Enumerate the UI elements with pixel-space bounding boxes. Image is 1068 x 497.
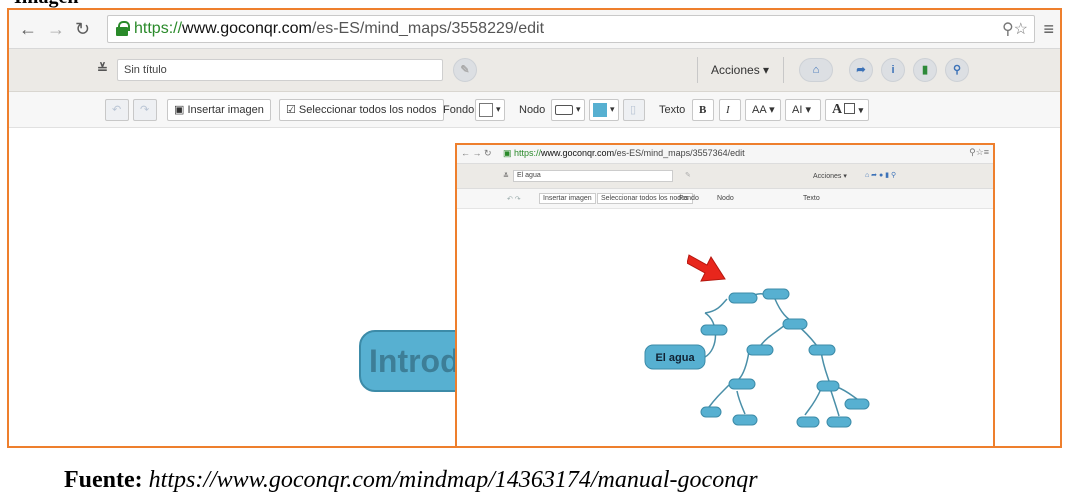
inset-mind-map: El agua: [644, 288, 870, 428]
inset-title-input: El agua: [513, 170, 673, 182]
font-family-dropdown[interactable]: AI ▾: [785, 99, 821, 121]
address-url: https://www.goconqr.com/es-ES/mind_maps/…: [134, 20, 545, 37]
forward-arrow-icon[interactable]: →: [47, 20, 65, 38]
font-size-dropdown[interactable]: AA ▾: [745, 99, 781, 121]
delete-node-icon[interactable]: ▯: [623, 99, 645, 121]
zoom-star-icons[interactable]: ⚲☆: [1002, 19, 1028, 39]
share-users-icon[interactable]: ⌂: [799, 58, 833, 82]
zoom-search-icon[interactable]: ⚲: [945, 58, 969, 82]
inset-fondo-label: Fondo: [679, 195, 699, 202]
brush-icon[interactable]: ✎: [453, 58, 477, 82]
inset-root-node-label: El agua: [655, 352, 695, 364]
app-toolbar: ≚ Sin título ✎ Acciones ▾ ⌂ ➦ i ▮ ⚲: [9, 49, 1060, 92]
node-shape-picker[interactable]: ▾: [551, 99, 585, 121]
inset-screenshot: ← → ↻ ▣ https://www.goconqr.com/es-ES/mi…: [455, 143, 995, 448]
inset-insert-image-button: Insertar imagen: [539, 193, 596, 204]
inset-brush-icon: ✎: [685, 172, 691, 179]
undo-icon[interactable]: ↶: [105, 99, 129, 121]
source-label: Fuente:: [64, 467, 143, 493]
fondo-color-picker[interactable]: ▾: [475, 99, 505, 121]
inset-nodo-label: Nodo: [717, 195, 734, 202]
inset-format-toolbar: ↶ ↷ Insertar imagen Seleccionar todos lo…: [457, 189, 993, 209]
header-strip: Imagen: [0, 0, 1068, 8]
inset-acciones-dropdown: Acciones ▾: [813, 173, 847, 180]
texto-label: Texto: [659, 104, 686, 116]
info-icon[interactable]: i: [881, 58, 905, 82]
format-toolbar: ↶ ↷ ▣ Insertar imagen ☑ Seleccionar todo…: [9, 92, 1060, 128]
italic-button[interactable]: I: [719, 99, 741, 121]
stats-icon[interactable]: ▮: [913, 58, 937, 82]
inset-nav-icons: ← → ↻: [461, 148, 492, 158]
source-url: https://www.goconqr.com/mindmap/14363174…: [148, 467, 758, 493]
lock-icon: [116, 21, 130, 36]
text-color-dropdown[interactable]: A ▾: [825, 99, 869, 121]
node-color-picker[interactable]: ▾: [589, 99, 619, 121]
page: Imagen ← → ↻ https://www.goconqr.com/es-…: [0, 0, 1068, 497]
redo-icon[interactable]: ↷: [133, 99, 157, 121]
inset-undo-redo-icons: ↶ ↷: [507, 196, 521, 203]
red-arrow-icon: [687, 254, 726, 282]
acciones-dropdown[interactable]: Acciones ▾: [711, 63, 769, 77]
toolbar-divider: [783, 57, 784, 83]
back-arrow-icon[interactable]: ←: [19, 20, 37, 38]
inset-app-toolbar: ≚ El agua ✎ Acciones ▾ ⌂ ➦ ● ▮ ⚲: [457, 164, 993, 189]
inset-action-icons: ⌂ ➦ ● ▮ ⚲: [865, 172, 897, 179]
fondo-label: Fondo: [443, 104, 475, 116]
map-title-input[interactable]: Sin título: [117, 59, 443, 81]
insert-image-button[interactable]: ▣ Insertar imagen: [167, 99, 271, 121]
source-caption: Fuente: https://www.goconqr.com/mindmap/…: [64, 467, 758, 494]
inset-collapse-icon: ≚: [503, 173, 509, 180]
toolbar-divider: [697, 57, 698, 83]
collapse-chevron-icon[interactable]: ≚: [97, 61, 108, 77]
inset-menu-icon: ⚲☆≡: [969, 147, 989, 157]
nodo-label: Nodo: [519, 104, 546, 116]
inset-address-url: ▣ https://www.goconqr.com/es-ES/mind_map…: [503, 148, 745, 158]
inset-url-bar: ← → ↻ ▣ https://www.goconqr.com/es-ES/mi…: [457, 145, 993, 164]
share-arrow-icon[interactable]: ➦: [849, 58, 873, 82]
header-label: Imagen: [14, 0, 78, 8]
inset-texto-label: Texto: [803, 195, 820, 202]
reload-icon[interactable]: ↻: [75, 20, 90, 38]
mind-map-node-label: Introd: [369, 343, 460, 379]
address-bar[interactable]: https://www.goconqr.com/es-ES/mind_maps/…: [107, 15, 1035, 43]
browser-url-bar: ← → ↻ https://www.goconqr.com/es-ES/mind…: [9, 10, 1060, 49]
browser-menu-icon[interactable]: ≡: [1043, 19, 1054, 40]
bold-button[interactable]: B: [692, 99, 714, 121]
select-all-nodes-button[interactable]: ☑ Seleccionar todos los nodos: [279, 99, 444, 121]
